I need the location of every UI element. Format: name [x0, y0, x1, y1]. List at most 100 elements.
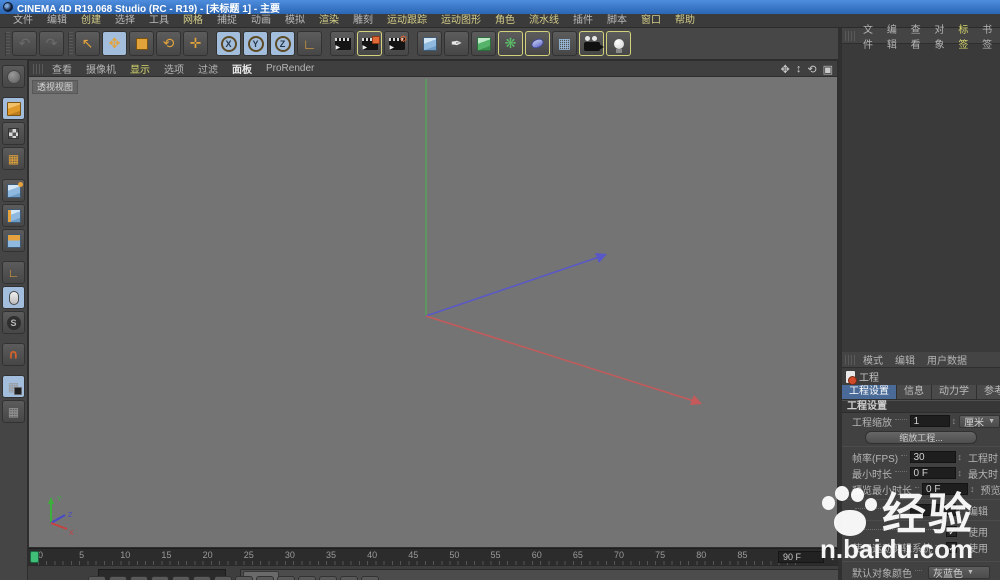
add-generator-button[interactable]	[471, 31, 496, 56]
menubar-item[interactable]: 脚本	[600, 14, 634, 28]
menubar-item[interactable]: 编辑	[40, 14, 74, 28]
add-primitive-button[interactable]	[417, 31, 442, 56]
transport-button[interactable]: ▦	[277, 576, 295, 580]
mograph-button[interactable]: ❋	[498, 31, 523, 56]
om-menu-object[interactable]: 对象	[928, 21, 952, 51]
transport-button[interactable]: ●	[214, 576, 232, 580]
spinner-icon[interactable]: ↕	[958, 468, 963, 478]
om-menu-file[interactable]: 文件	[857, 21, 881, 51]
add-spline-button[interactable]: ✒	[444, 31, 469, 56]
menubar-item[interactable]: 渲染	[312, 14, 346, 28]
panel-grip[interactable]	[845, 31, 855, 41]
spinner-icon[interactable]: ↕	[958, 505, 963, 515]
scale-project-button[interactable]: 缩放工程...	[865, 431, 977, 444]
viewport-menu-camera[interactable]: 摄像机	[79, 61, 123, 76]
workplane-mode-button[interactable]: ▦	[2, 147, 25, 170]
viewport-menu-display[interactable]: 显示	[123, 61, 157, 76]
use-option-checkbox[interactable]: ✓	[946, 526, 957, 537]
am-menu-edit[interactable]: 编辑	[889, 352, 921, 367]
menubar-item[interactable]: 流水线	[522, 14, 566, 28]
tab-dynamics[interactable]: 动力学	[932, 385, 977, 399]
menubar-item[interactable]: 插件	[566, 14, 600, 28]
render-view-button[interactable]	[330, 31, 355, 56]
transport-button[interactable]: ●	[361, 576, 379, 580]
points-mode-button[interactable]	[2, 179, 25, 202]
om-menu-tags[interactable]: 标签	[952, 21, 976, 51]
transport-button[interactable]: ●	[298, 576, 316, 580]
menubar-item[interactable]: 创建	[74, 14, 108, 28]
enable-axis-button[interactable]: ∟	[2, 261, 25, 284]
am-menu-userdata[interactable]: 用户数据	[921, 352, 973, 367]
spinner-icon[interactable]: ↕	[831, 552, 836, 562]
perspective-viewport[interactable]: 查看 摄像机 显示 选项 过滤 面板 ProRender ✥ ↕ ⟲ ▣ 透视视…	[28, 60, 838, 548]
tab-project-settings[interactable]: 工程设置	[842, 385, 897, 399]
model-mode-button[interactable]	[2, 97, 25, 120]
polygons-mode-button[interactable]	[2, 229, 25, 252]
section-project-settings[interactable]: 工程设置	[842, 400, 1000, 413]
spinner-icon[interactable]: ↕	[970, 484, 975, 494]
transport-button[interactable]: ▶	[151, 576, 169, 580]
timeline-ruler[interactable]: 051015202530354045505560657075808590 90 …	[28, 548, 838, 565]
timeline-playhead[interactable]	[30, 551, 39, 563]
add-deformer-button[interactable]	[525, 31, 550, 56]
spinner-icon[interactable]: ↕	[958, 452, 963, 462]
menubar-item[interactable]: 网格	[176, 14, 210, 28]
menubar-item[interactable]: 捕捉	[210, 14, 244, 28]
object-list[interactable]	[842, 44, 1000, 352]
viewport-pan-icon[interactable]: ✥	[781, 63, 790, 76]
timeline-end-frame-field[interactable]: 90 F	[778, 551, 824, 563]
menubar-item[interactable]: 选择	[108, 14, 142, 28]
texture-mode-button[interactable]	[2, 122, 25, 145]
tab-info[interactable]: 信息	[897, 385, 932, 399]
spinner-icon[interactable]: ↕	[952, 416, 957, 426]
scale-unit-dropdown[interactable]: 厘米 ▼	[959, 415, 1000, 428]
transport-button[interactable]: ●	[235, 576, 253, 580]
panel-grip[interactable]	[33, 64, 43, 74]
viewport-zoom-icon[interactable]: ↕	[796, 63, 802, 75]
menubar-item[interactable]: 模拟	[278, 14, 312, 28]
om-menu-view[interactable]: 查看	[905, 21, 929, 51]
viewport-maximize-icon[interactable]: ▣	[823, 63, 833, 76]
viewport-menu-view[interactable]: 查看	[45, 61, 79, 76]
viewport-menu-prorender[interactable]: ProRender	[259, 63, 321, 74]
menubar-item[interactable]: 动画	[244, 14, 278, 28]
tweak-mode-button[interactable]	[2, 286, 25, 309]
motion-clip-checkbox[interactable]: ✓	[946, 542, 957, 553]
scale-tool-button[interactable]	[129, 31, 154, 56]
viewport-orbit-icon[interactable]: ⟲	[807, 63, 816, 76]
coordinate-system-button[interactable]: ∟	[297, 31, 322, 56]
make-editable-button[interactable]	[2, 65, 25, 88]
transport-button[interactable]: ◆	[256, 576, 274, 580]
menubar-item[interactable]: 运动跟踪	[380, 14, 434, 28]
last-used-tool-button[interactable]: ✛	[183, 31, 208, 56]
om-menu-bookmarks[interactable]: 书签	[976, 21, 1000, 51]
transport-button[interactable]: ▶	[172, 576, 190, 580]
palette-grip[interactable]	[68, 32, 73, 56]
menubar-item[interactable]: 雕刻	[346, 14, 380, 28]
menubar-item[interactable]: 工具	[142, 14, 176, 28]
tab-referencing[interactable]: 参考	[977, 385, 1000, 399]
edges-mode-button[interactable]	[2, 204, 25, 227]
preview-min-input[interactable]: 0 F	[922, 483, 968, 495]
menubar-item[interactable]: 文件	[6, 14, 40, 28]
transport-button[interactable]: ▶	[340, 576, 358, 580]
fps-input[interactable]: 30	[910, 451, 956, 463]
snap-settings-button[interactable]: S	[2, 311, 25, 334]
transport-button[interactable]: ◀	[130, 576, 148, 580]
add-camera-button[interactable]	[579, 31, 604, 56]
menubar-item[interactable]: 帮助	[668, 14, 702, 28]
live-selection-button[interactable]: ↖	[75, 31, 100, 56]
planar-workplane-button[interactable]: ▦	[2, 400, 25, 423]
add-light-button[interactable]	[606, 31, 631, 56]
lod-input[interactable]	[910, 504, 956, 516]
transport-button[interactable]: ◀	[109, 576, 127, 580]
menubar-item[interactable]: 角色	[488, 14, 522, 28]
add-environment-button[interactable]: ▦	[552, 31, 577, 56]
menubar-item[interactable]: 窗口	[634, 14, 668, 28]
transport-button[interactable]: ▶	[193, 576, 211, 580]
am-menu-mode[interactable]: 模式	[857, 352, 889, 367]
redo-button[interactable]: ↷	[39, 31, 64, 56]
x-axis-lock-button[interactable]: X	[216, 31, 241, 56]
move-tool-button[interactable]: ✥	[102, 31, 127, 56]
menubar-item[interactable]: 运动图形	[434, 14, 488, 28]
